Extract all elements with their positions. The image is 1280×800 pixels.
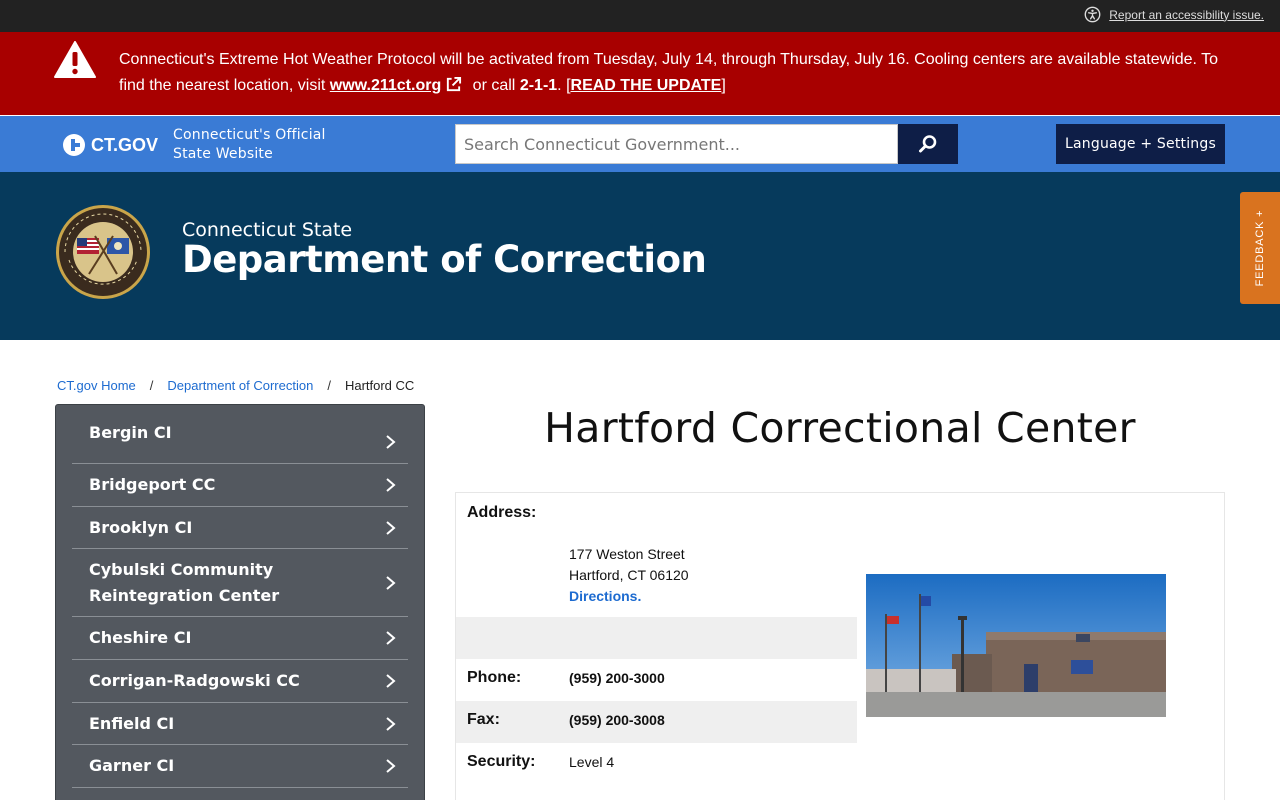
fax-label: Fax: <box>467 711 500 728</box>
ct-logo-icon <box>63 134 85 156</box>
ctgov-logo[interactable]: CT.GOV <box>62 133 158 157</box>
alert-phone: 2-1-1 <box>519 77 558 94</box>
alert-message: Connecticut's Extreme Hot Weather Protoc… <box>119 47 1229 99</box>
sidebar-item-corrigan[interactable]: Corrigan-Radgowski CC <box>72 660 408 703</box>
sidebar-item-enfield[interactable]: Enfield CI <box>72 703 408 745</box>
search-input[interactable] <box>455 124 898 164</box>
chevron-right-icon <box>386 575 396 590</box>
facility-photo <box>866 574 1166 717</box>
language-settings-button[interactable]: Language + Settings <box>1056 124 1225 164</box>
read-update-link[interactable]: READ THE UPDATE <box>571 77 722 94</box>
alert-text-call: or call <box>468 77 520 94</box>
phone-label: Phone: <box>467 669 522 686</box>
chevron-right-icon <box>386 478 396 492</box>
address-line2: Hartford, CT 06120 <box>569 567 689 583</box>
feedback-label: FEEDBACK + <box>1254 209 1266 287</box>
breadcrumb-current: Hartford CC <box>344 378 415 393</box>
feedback-tab[interactable]: FEEDBACK + <box>1240 192 1280 304</box>
chevron-right-icon <box>386 520 396 535</box>
sidebar-item-label: Bridgeport CC <box>89 475 216 494</box>
sidebar-item-bridgeport[interactable]: Bridgeport CC <box>72 464 408 507</box>
utility-bar: Report an accessibility issue. <box>0 0 1280 32</box>
phone-value[interactable]: (959) 200-3000 <box>569 668 665 689</box>
fax-value: (959) 200-3008 <box>569 712 665 728</box>
chevron-right-icon <box>386 674 396 688</box>
breadcrumb: CT.gov Home / Department of Correction /… <box>57 378 414 393</box>
sidebar-item-bergin[interactable]: Bergin CI <box>72 405 408 464</box>
alert-text-close: ] <box>721 77 726 94</box>
doc-seal-logo[interactable] <box>55 204 151 300</box>
breadcrumb-home[interactable]: CT.gov Home <box>57 378 136 393</box>
alert-211-link[interactable]: www.211ct.org <box>330 77 441 94</box>
facility-info-box: Address: 177 Weston Street Hartford, CT … <box>455 492 1225 800</box>
address-line1: 177 Weston Street <box>569 546 685 562</box>
tagline-line2: State Website <box>173 146 273 162</box>
accessibility-link-text[interactable]: Report an accessibility issue. <box>1109 8 1264 22</box>
breadcrumb-separator: / <box>149 378 154 393</box>
security-value: Level 4 <box>569 754 615 770</box>
sidebar-item-label: Cybulski Community Reintegration Center <box>89 559 280 605</box>
chevron-right-icon <box>386 435 396 449</box>
security-label: Security: <box>467 753 536 770</box>
sidebar-item-next[interactable] <box>72 788 408 800</box>
page-title: Hartford Correctional Center <box>544 404 1136 452</box>
sidebar-item-label: Bergin CI <box>89 423 172 442</box>
breadcrumb-department[interactable]: Department of Correction <box>167 378 313 393</box>
search-button[interactable] <box>898 124 958 164</box>
agency-title[interactable]: Department of Correction <box>182 238 707 281</box>
fax-row: Fax: (959) 200-3008 <box>456 701 857 743</box>
chevron-right-icon <box>386 716 396 731</box>
sidebar-item-garner[interactable]: Garner CI <box>72 745 408 788</box>
ctgov-logo-text: CT.GOV <box>91 134 159 155</box>
phone-row: Phone: (959) 200-3000 <box>456 659 857 701</box>
sidebar-item-cheshire[interactable]: Cheshire CI <box>72 617 408 660</box>
alert-text-bracket: . [ <box>557 77 571 94</box>
search-icon <box>919 135 937 153</box>
accessibility-report-link[interactable]: Report an accessibility issue. <box>1084 6 1264 23</box>
ctgov-tagline: Connecticut's Official State Website <box>173 126 326 164</box>
accessibility-icon <box>1084 6 1101 23</box>
sidebar-nav: Bergin CI Bridgeport CC Brooklyn CI Cybu… <box>55 404 425 800</box>
sidebar-item-label: Enfield CI <box>89 713 175 733</box>
external-link-icon <box>447 76 462 92</box>
chevron-right-icon <box>386 631 396 645</box>
directions-link[interactable]: Directions. <box>569 586 689 607</box>
sidebar-item-brooklyn[interactable]: Brooklyn CI <box>72 507 408 549</box>
tagline-line1: Connecticut's Official <box>173 127 326 143</box>
sidebar-item-label: Brooklyn CI <box>89 517 193 537</box>
address-label: Address: <box>467 504 537 521</box>
address-value: 177 Weston Street Hartford, CT 06120 Dir… <box>569 544 689 607</box>
chevron-right-icon <box>386 759 396 773</box>
sidebar-item-label: Cheshire CI <box>89 628 192 647</box>
sidebar-item-cybulski[interactable]: Cybulski Community Reintegration Center <box>72 549 408 617</box>
warning-triangle-icon <box>54 41 96 78</box>
ctgov-bar: CT.GOV Connecticut's Official State Webs… <box>0 116 1280 172</box>
empty-row <box>456 617 857 659</box>
security-row: Security: Level 4 <box>456 743 857 785</box>
sidebar-item-label: Garner CI <box>89 756 175 775</box>
address-row: Address: 177 Weston Street Hartford, CT … <box>456 493 857 617</box>
breadcrumb-separator: / <box>327 378 331 393</box>
alert-banner: Connecticut's Extreme Hot Weather Protoc… <box>0 32 1280 115</box>
facility-info-table: Address: 177 Weston Street Hartford, CT … <box>456 493 857 785</box>
agency-header: Connecticut State Department of Correcti… <box>0 172 1280 340</box>
sidebar-item-label: Corrigan-Radgowski CC <box>89 671 300 690</box>
